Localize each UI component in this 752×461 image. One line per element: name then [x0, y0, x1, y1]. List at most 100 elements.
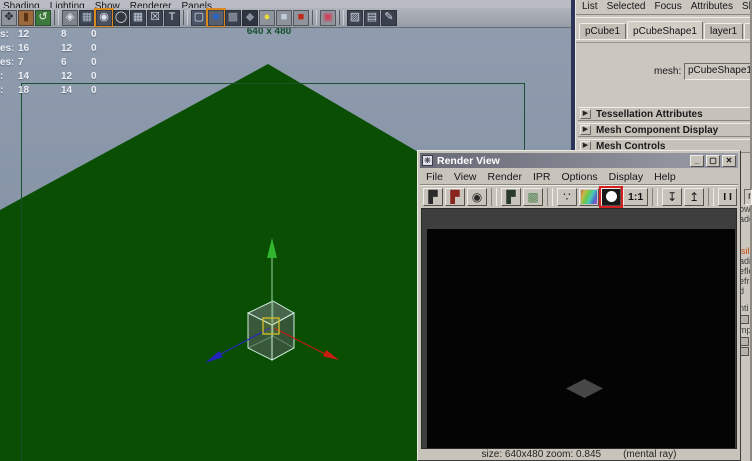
hud-value: 8	[61, 29, 67, 40]
textured-cube-icon[interactable]: ▩	[225, 10, 241, 26]
safe-title-icon[interactable]: T	[164, 10, 180, 26]
rgb-channels-icon[interactable]	[579, 188, 599, 206]
default-material-cube-icon[interactable]: ■	[276, 10, 292, 26]
maya-application: ShadingLightingShowRendererPanels ✥▮↺◈▦◉…	[0, 0, 752, 461]
hud-value: 0	[91, 71, 97, 82]
rendered-plane-alpha	[566, 379, 603, 398]
rv-menu-ipr[interactable]: IPR	[533, 171, 551, 183]
redo-previous-ipr-icon[interactable]: ∵	[557, 188, 577, 206]
render-view-statusbar: size: 640x480 zoom: 0.845 (mental ray)	[420, 447, 738, 460]
maximize-button[interactable]: ▢	[706, 155, 720, 167]
paint-effects-icon[interactable]: ✎	[381, 10, 397, 26]
remove-image-icon[interactable]: ↥	[684, 188, 704, 206]
smooth-shade-cube-icon[interactable]: ■	[208, 10, 224, 26]
selection-highlight-icon[interactable]: ▣	[320, 10, 336, 26]
redo-previous-render-icon[interactable]: ▛	[445, 188, 465, 206]
rendered-image[interactable]	[427, 229, 735, 449]
minimize-button[interactable]: _	[690, 155, 704, 167]
texture-map-button-icon[interactable]	[740, 337, 749, 346]
film-gate-icon[interactable]: ▦	[79, 10, 95, 26]
rv-menu-render[interactable]: Render	[488, 171, 522, 183]
x-axis-arrow-icon[interactable]	[323, 350, 339, 360]
toolbar-separator	[491, 188, 497, 206]
viewport-panel-menubar: Shading Lighting Show Renderer Panels	[0, 0, 573, 8]
section-tessellation-attributes[interactable]: ▶ Tessellation Attributes	[578, 107, 751, 121]
rv-menu-options[interactable]: Options	[561, 171, 597, 183]
render-size-status: size: 640x480 zoom: 0.845	[482, 447, 602, 460]
grid-icon[interactable]: ◈	[62, 10, 78, 26]
bookmark-icon[interactable]: ▮	[18, 10, 34, 26]
isolate-select-icon[interactable]: ▨	[347, 10, 363, 26]
rv-menu-view[interactable]: View	[454, 171, 477, 183]
material-cube-icon[interactable]: ◆	[242, 10, 258, 26]
hud-value: 12	[18, 29, 29, 40]
section-label: Tessellation Attributes	[596, 109, 703, 120]
rv-menu-file[interactable]: File	[426, 171, 443, 183]
menu-panels[interactable]: Panels	[181, 1, 212, 8]
render-canvas[interactable]	[421, 208, 737, 449]
y-axis-arrow-icon[interactable]	[267, 238, 277, 258]
menu-lighting[interactable]: Lighting	[50, 1, 85, 8]
mesh-name-field[interactable]: pCubeShape1	[684, 63, 752, 80]
rv-menu-help[interactable]: Help	[654, 171, 676, 183]
divider	[576, 39, 752, 43]
menu-shading[interactable]: Shading	[3, 1, 40, 8]
ae-menu-attributes[interactable]: Attributes	[691, 1, 733, 13]
hud-row: s: 12 8 0	[0, 29, 120, 43]
render-view-app-icon: ❋	[422, 155, 433, 166]
wireframe-cube-icon[interactable]: ▢	[191, 10, 207, 26]
hud-value: 0	[91, 29, 97, 40]
camera-bookmark-icon[interactable]: ↺	[35, 10, 51, 26]
tab-pcube1[interactable]: pCube1	[579, 23, 626, 39]
ae-menu-list[interactable]: List	[582, 1, 598, 13]
ae-menu-selected[interactable]: Selected	[607, 1, 646, 13]
menu-renderer[interactable]: Renderer	[130, 1, 172, 8]
tab-pcubeshape1[interactable]: pCubeShape1	[627, 21, 703, 39]
render-view-window: ❋ Render View _▢✕ File View Render IPR Optio…	[417, 150, 741, 461]
safe-action-icon[interactable]: ☒	[147, 10, 163, 26]
manipulator-center-handle[interactable]	[263, 318, 279, 334]
rgb-gradient	[581, 190, 597, 204]
hud-row: es:16120	[0, 43, 120, 57]
pause-ipr-icon[interactable]: I I	[718, 188, 737, 206]
texture-map-button-icon[interactable]	[740, 315, 749, 324]
ae-menu-focus[interactable]: Focus	[654, 1, 681, 13]
hud-value: 16	[18, 43, 29, 54]
resolution-gate-label: 640 x 480	[224, 28, 314, 37]
texture-map-button-icon[interactable]	[740, 347, 749, 356]
refresh-ipr-icon[interactable]: ▩	[523, 188, 543, 206]
section-mesh-component-display[interactable]: ▶Mesh Component Display	[578, 123, 751, 137]
snapshot-icon[interactable]: ◉	[467, 188, 487, 206]
renderer-dropdown[interactable]: mental ray	[744, 189, 752, 205]
toolbar-separator	[339, 10, 344, 25]
hud-value: 12	[61, 43, 72, 54]
render-view-titlebar[interactable]: ❋ Render View _▢✕	[420, 153, 738, 168]
keep-image-icon[interactable]: ↧	[662, 188, 682, 206]
light-icon[interactable]: ●	[259, 10, 275, 26]
hud-label: s:	[0, 29, 13, 40]
window-buttons: _▢✕	[690, 155, 736, 167]
toolbar-separator	[183, 10, 188, 25]
render-current-frame-icon[interactable]: ▛	[423, 188, 443, 206]
hud-label: es:	[0, 57, 13, 68]
shadow-cube-icon[interactable]: ■	[293, 10, 309, 26]
tab-layer1[interactable]: layer1	[704, 23, 743, 39]
alpha-channel-icon[interactable]	[601, 188, 621, 206]
gate-mask-icon[interactable]: ◯	[113, 10, 129, 26]
menu-show[interactable]: Show	[95, 1, 120, 8]
hud-value: 18	[18, 85, 29, 96]
alpha-circle	[606, 191, 617, 202]
expander-arrow-icon[interactable]: ▶	[580, 125, 591, 135]
rv-menu-display[interactable]: Display	[609, 171, 643, 183]
hud-label: :	[0, 71, 13, 82]
resolution-gate-icon[interactable]: ◉	[96, 10, 112, 26]
attribute-editor-menubar: ListSelectedFocusAttributesShowHelp	[576, 0, 752, 13]
real-size-icon[interactable]: 1:1	[623, 188, 648, 206]
close-button[interactable]: ✕	[722, 155, 736, 167]
ipr-render-icon[interactable]: ▛	[501, 188, 521, 206]
expander-arrow-icon[interactable]: ▶	[580, 109, 591, 119]
z-axis-arrow-icon[interactable]	[205, 351, 223, 363]
xray-icon[interactable]: ▤	[364, 10, 380, 26]
field-chart-icon[interactable]: ▦	[130, 10, 146, 26]
select-camera-icon[interactable]: ✥	[1, 10, 17, 26]
